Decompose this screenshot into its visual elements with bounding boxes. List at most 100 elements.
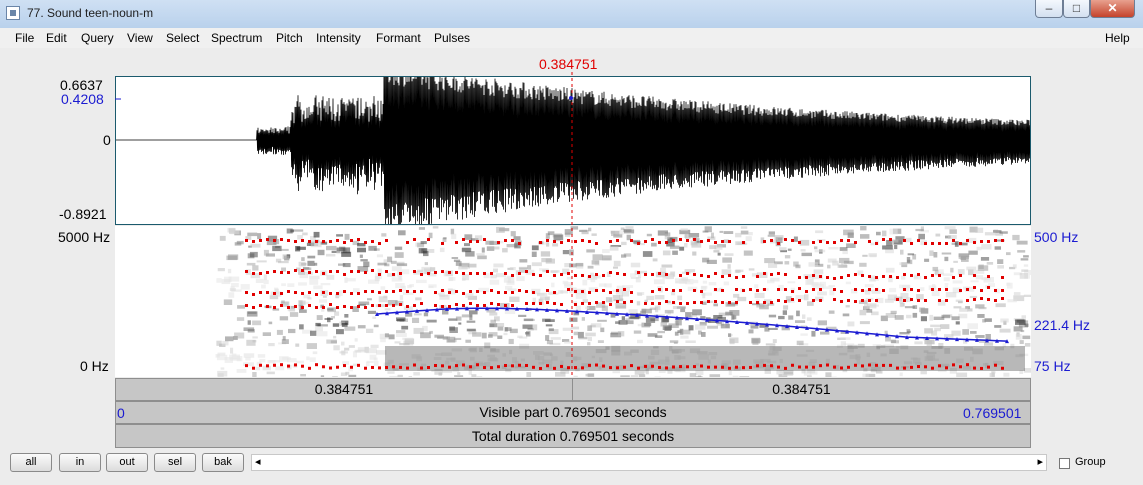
formant-point: [385, 270, 388, 273]
menu-view[interactable]: View: [127, 31, 153, 45]
formant-point: [420, 290, 423, 293]
interval-right[interactable]: 0.384751: [572, 378, 1031, 401]
formant-point: [910, 288, 913, 291]
formant-point: [266, 364, 269, 368]
menu-intensity[interactable]: Intensity: [316, 31, 361, 45]
formant-point: [553, 302, 556, 305]
menu-query[interactable]: Query: [81, 31, 114, 45]
formant-point: [637, 366, 640, 370]
zoom-out-button[interactable]: out: [106, 453, 148, 472]
formant-point: [252, 306, 255, 309]
formant-point: [560, 303, 563, 306]
formant-point: [343, 305, 346, 308]
interval-left[interactable]: 0.384751: [115, 378, 573, 401]
formant-point: [336, 270, 339, 273]
menu-select[interactable]: Select: [166, 31, 199, 45]
spectrogram-panel[interactable]: [115, 226, 1031, 377]
waveform-panel[interactable]: [115, 76, 1031, 225]
formant-point: [588, 363, 591, 367]
scroll-left-arrow-icon[interactable]: ◂: [255, 455, 261, 468]
formant-point: [581, 290, 584, 293]
formant-point: [546, 301, 549, 304]
formant-point: [700, 301, 703, 304]
formant-point: [931, 242, 934, 245]
formant-point: [644, 364, 647, 368]
formant-point: [441, 242, 444, 245]
formant-point: [490, 289, 493, 292]
formant-point: [847, 239, 850, 242]
formant-point: [525, 363, 528, 367]
menu-help[interactable]: Help: [1105, 31, 1130, 45]
zoom-back-button[interactable]: bak: [202, 453, 244, 472]
total-duration-bar[interactable]: Total duration 0.769501 seconds: [115, 424, 1031, 448]
menu-formant[interactable]: Formant: [376, 31, 421, 45]
formant-point: [672, 365, 675, 369]
formant-point: [798, 365, 801, 369]
formant-point: [952, 239, 955, 242]
formant-point: [959, 274, 962, 277]
formant-point: [742, 241, 745, 244]
formant-point: [273, 239, 276, 242]
menu-edit[interactable]: Edit: [46, 31, 67, 45]
formant-point: [973, 274, 976, 277]
formant-point: [525, 290, 528, 293]
formant-point: [686, 302, 689, 305]
time-scrollbar[interactable]: ◂ ▸: [251, 454, 1047, 471]
formant-point: [588, 291, 591, 294]
formant-point: [392, 290, 395, 293]
formant-point: [602, 289, 605, 292]
scroll-right-arrow-icon[interactable]: ▸: [1037, 455, 1043, 468]
menu-pitch[interactable]: Pitch: [276, 31, 303, 45]
formant-point: [882, 363, 885, 367]
formant-point: [462, 304, 465, 307]
minimize-button[interactable]: –: [1035, 0, 1063, 18]
formant-point: [371, 290, 374, 293]
formant-point: [532, 365, 535, 369]
formant-point: [623, 365, 626, 369]
formant-point: [924, 365, 927, 369]
formant-point: [805, 365, 808, 369]
formant-point: [532, 302, 535, 305]
formant-point: [854, 300, 857, 303]
formant-point: [455, 290, 458, 293]
formant-point: [574, 290, 577, 293]
formant-point: [539, 302, 542, 305]
formant-point: [560, 273, 563, 276]
formant-point: [861, 289, 864, 292]
formant-point: [469, 290, 472, 293]
formant-point: [329, 292, 332, 295]
formant-point: [973, 241, 976, 244]
maximize-button[interactable]: □: [1063, 0, 1090, 18]
menu-spectrum[interactable]: Spectrum: [211, 31, 262, 45]
formant-point: [581, 366, 584, 370]
formant-point: [777, 299, 780, 302]
zoom-in-button[interactable]: in: [59, 453, 101, 472]
formant-point: [595, 289, 598, 292]
formant-point: [616, 300, 619, 303]
formant-point: [364, 290, 367, 293]
formant-point: [364, 241, 367, 244]
formant-point: [525, 302, 528, 305]
formant-point: [616, 239, 619, 242]
formant-point: [448, 291, 451, 294]
formant-point: [462, 272, 465, 275]
close-button[interactable]: ✕: [1090, 0, 1135, 18]
formant-point: [427, 238, 430, 241]
menu-file[interactable]: File: [15, 31, 34, 45]
formant-point: [693, 289, 696, 292]
formant-point: [679, 365, 682, 369]
zoom-all-button[interactable]: all: [10, 453, 52, 472]
formant-point: [833, 298, 836, 301]
formant-point: [1001, 239, 1004, 242]
zoom-selection-button[interactable]: sel: [154, 453, 196, 472]
pitch-top-label: 500 Hz: [1034, 229, 1079, 245]
visible-part-bar[interactable]: Visible part 0.769501 seconds: [115, 401, 1031, 424]
formant-point: [693, 238, 696, 241]
menu-pulses[interactable]: Pulses: [434, 31, 470, 45]
formant-point: [931, 274, 934, 277]
formant-point: [875, 299, 878, 302]
group-checkbox[interactable]: [1059, 458, 1070, 469]
formant-point: [903, 288, 906, 291]
formant-point: [833, 241, 836, 244]
formant-point: [651, 302, 654, 305]
